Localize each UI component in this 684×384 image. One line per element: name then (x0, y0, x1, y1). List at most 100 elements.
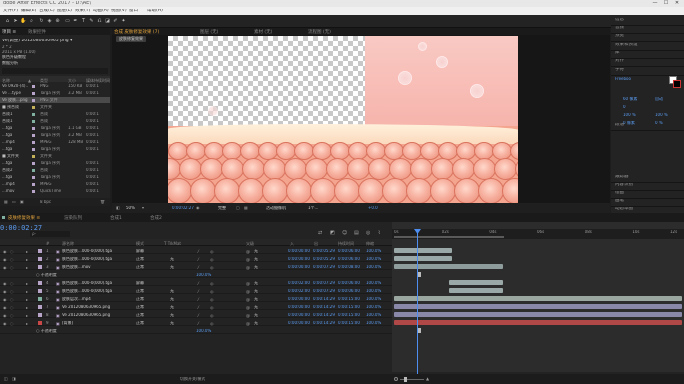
project-item[interactable]: ■ 文件夹 文件夹 (0, 153, 110, 159)
bit-depth[interactable]: 8 bpc (40, 200, 51, 204)
label-color-swatch[interactable] (32, 91, 35, 95)
panel-section-title[interactable]: 跟踪器 (615, 175, 629, 180)
expand-arrow-icon[interactable]: ▸ (26, 249, 28, 254)
stroke-color-swatch[interactable] (673, 80, 681, 88)
region-of-interest-icon[interactable]: ▢ (236, 206, 240, 210)
layer-stretch[interactable]: 100.0% (366, 281, 388, 285)
layer-duration[interactable]: 0:00:06:00 (338, 249, 362, 253)
layer-out-point[interactable]: 0:00:14:29 (313, 313, 337, 317)
motion-blur-switch-icon[interactable]: ◎ (210, 249, 214, 254)
layer-stretch[interactable]: 100.0% (366, 305, 388, 309)
layer-duration-bar[interactable] (448, 288, 504, 293)
layer-out-point[interactable]: 0:00:07:29 (313, 265, 337, 269)
tab-effect-controls[interactable]: 效果控件 (28, 29, 46, 35)
expand-arrow-icon[interactable]: ▸ (26, 313, 28, 318)
layer-in-point[interactable]: 0:00:00:00 (288, 313, 312, 317)
layer-duration[interactable]: 0:00:15:00 (338, 305, 362, 309)
label-color-swatch[interactable] (32, 182, 35, 186)
layer-trkmat[interactable]: 无 (170, 289, 182, 293)
tab-project[interactable]: 项目 ≡ (2, 29, 16, 35)
layer-switches-icon[interactable]: ◫ (4, 377, 8, 381)
keyframe-marker[interactable] (418, 328, 421, 333)
col-source-name[interactable]: 源名称 (62, 241, 74, 247)
fx-switch-icon[interactable]: ⁄ (198, 305, 199, 310)
col-parent[interactable]: 父级 (246, 241, 254, 247)
col-trkmat[interactable]: T TrkMat (164, 241, 181, 246)
tab-render-queue[interactable]: 渲染队列 (64, 215, 82, 221)
expand-arrow-icon[interactable]: ▸ (26, 281, 28, 286)
expand-arrow-icon[interactable]: ▸ (26, 289, 28, 294)
layer-property-row[interactable]: ○ 不透明度 100.0% (0, 327, 392, 334)
menu-item[interactable]: 帮助(H) (147, 9, 163, 14)
panel-section-title[interactable]: 对齐 (615, 59, 624, 64)
tab-comp-1[interactable]: 合成1 (110, 215, 122, 221)
project-item[interactable]: ...mp4 MPEG 128 MB 0:00:1 (0, 139, 110, 145)
layer-out-point[interactable]: 0:00:05:29 (313, 249, 337, 253)
col-duration[interactable]: 持续时间 (338, 241, 354, 247)
layer-stretch[interactable]: 100.0% (366, 265, 388, 269)
views-select[interactable]: 1个... (308, 206, 318, 210)
layer-duration[interactable]: 0:00:06:00 (338, 289, 362, 293)
audio-icon[interactable]: ◌ (10, 257, 14, 262)
always-preview-icon[interactable]: ◧ (116, 206, 120, 210)
layer-duration-bar[interactable] (394, 320, 682, 325)
menu-item[interactable]: 视图(V) (111, 9, 127, 14)
zoom-out-icon[interactable] (394, 377, 398, 381)
panel-section-title[interactable]: 绘画 (615, 191, 624, 196)
project-item[interactable]: Ve 皮肤...png PNG 文件 (0, 97, 110, 103)
layer-label-color[interactable] (38, 304, 42, 309)
layer-duration[interactable]: 0:00:15:00 (338, 313, 362, 317)
comp-breadcrumb[interactable]: 皮肤修复效果 (116, 36, 146, 42)
selection-tool-icon[interactable]: ➤ (12, 18, 19, 25)
home-icon[interactable]: ⌂ (4, 18, 11, 25)
layer-row[interactable]: ◉ ◌ ▸ 3 ▣ 肤色皮肤...mov 正常 无 ⁄ ◎ @ 无 0:00:0… (0, 263, 392, 270)
label-color-swatch[interactable] (32, 140, 35, 144)
label-color-swatch[interactable] (32, 119, 35, 123)
panel-section-title[interactable]: 信息 (615, 18, 624, 23)
visibility-eye-icon[interactable]: ◉ (3, 305, 7, 310)
property-value[interactable]: 100.0% (196, 273, 226, 277)
layer-duration-bar[interactable] (394, 248, 452, 253)
fx-switch-icon[interactable]: ⁄ (198, 257, 199, 262)
layer-row[interactable]: ◉ ◌ ▸ 1 ▣ 肤色皮肤...000-0(000).tga 屏幕 ⁄ ◎ @… (0, 247, 392, 254)
layer-row[interactable]: ◉ ◌ ▸ 9 ▣ [背景] 正常 无 ⁄ ◎ @ 无 0:00:00:00 0… (0, 319, 392, 326)
motion-blur-switch-icon[interactable]: ◎ (210, 305, 214, 310)
col-stretch[interactable]: 伸缩 (366, 241, 374, 247)
tsume-field[interactable]: 0 % (655, 121, 677, 125)
pickwhip-icon[interactable]: @ (246, 321, 250, 326)
layer-in-point[interactable]: 0:00:00:00 (288, 321, 312, 325)
layer-parent[interactable]: 无 (254, 281, 278, 285)
audio-icon[interactable]: ◌ (10, 321, 14, 326)
layer-blend-mode[interactable]: 正常 (136, 321, 158, 325)
layer-stretch[interactable]: 100.0% (366, 289, 388, 293)
audio-icon[interactable]: ◌ (10, 265, 14, 270)
tab-composition[interactable]: 合成 皮肤修复效果 (7) (114, 29, 159, 35)
col-sort[interactable]: ▲ (28, 78, 31, 83)
layer-row[interactable]: ◉ ◌ ▸ 2 ▣ 肤色皮肤...000-0(000).tga 正常 无 ⁄ ◎… (0, 255, 392, 262)
layer-blend-mode[interactable]: 正常 (136, 313, 158, 317)
layer-row[interactable]: ◉ ◌ ▸ 8 ▣ Ve 2012080630965.png 正常 无 ⁄ ◎ … (0, 311, 392, 318)
baseline-shift-field[interactable]: 0 像素 (623, 121, 645, 125)
pickwhip-icon[interactable]: @ (246, 249, 250, 254)
label-color-swatch[interactable] (32, 168, 35, 172)
tab-comp-2[interactable]: 合成2 (150, 215, 162, 221)
label-color-swatch[interactable] (32, 98, 35, 102)
fx-switch-icon[interactable]: ⁄ (198, 321, 199, 326)
layer-in-point[interactable]: 0:00:00:00 (288, 305, 312, 309)
composition-canvas[interactable] (168, 36, 518, 203)
pickwhip-icon[interactable]: @ (246, 281, 250, 286)
project-item[interactable]: Ve 0920-(4)...png PNG 150 KB 0:00:1 (0, 83, 110, 89)
layer-source-name[interactable]: [背景] (62, 321, 132, 325)
project-item[interactable]: ...tga Targa 序列 1.1 GB 0:00:1 (0, 125, 110, 131)
pickwhip-icon[interactable]: @ (246, 257, 250, 262)
panel-section-title[interactable]: 音频 (615, 26, 624, 31)
motion-blur-switch-icon[interactable]: ◎ (210, 297, 214, 302)
label-color-swatch[interactable] (32, 154, 35, 158)
pickwhip-icon[interactable]: @ (246, 305, 250, 310)
layer-duration-bar[interactable] (394, 264, 504, 269)
layer-blend-mode[interactable]: 屏幕 (136, 281, 158, 285)
leading-field[interactable]: 自动 (655, 97, 677, 101)
puppet-tool-icon[interactable]: ✦ (120, 18, 127, 25)
project-item[interactable]: ■ 预合成 文件夹 (0, 104, 110, 110)
expand-arrow-icon[interactable]: ▸ (26, 265, 28, 270)
